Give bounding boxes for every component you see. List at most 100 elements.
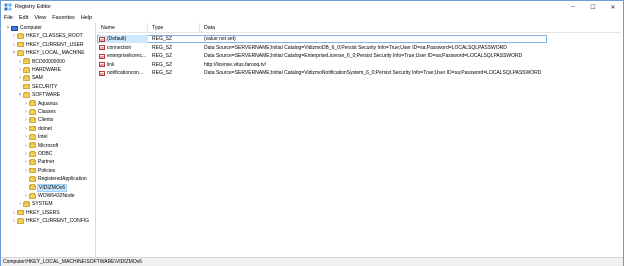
folder-icon (29, 184, 36, 191)
tree-item-label: SAM (32, 75, 43, 82)
tree-item-intel[interactable]: › Intel (23, 133, 47, 141)
menu-view[interactable]: View (34, 15, 46, 21)
tree-item-system[interactable]: › SYSTEM (17, 200, 53, 208)
menu-favorites[interactable]: Favorites (52, 15, 75, 21)
folder-icon (17, 33, 24, 39)
value-data: (value not set) (204, 36, 236, 42)
value-type: REG_SZ (152, 53, 173, 60)
column-header-type[interactable]: Type (148, 23, 200, 33)
string-value-icon: ab (99, 53, 105, 59)
tree-item-label: HKEY_CLASSES_ROOT (26, 33, 83, 40)
tree-item-label: HKEY_USERS (26, 209, 60, 216)
tree-item-hkey-current-user[interactable]: › HKEY_CURRENT_USER (11, 41, 84, 49)
tree-item-label: Aquarius (38, 100, 58, 107)
value-type: REG_SZ (152, 36, 173, 42)
value-name-cell: ab connection (99, 44, 148, 52)
values-list[interactable]: Name Type Data ab (Default) REG_SZ (value n… (97, 23, 621, 257)
folder-icon (17, 49, 24, 56)
value-row[interactable]: ab link REG_SZ http://license.vitus.farooq.… (97, 61, 621, 69)
computer-icon (11, 25, 18, 31)
string-value-icon: ab (99, 36, 105, 42)
list-header: Name Type Data (97, 23, 621, 33)
folder-icon (29, 192, 36, 199)
status-path: Computer\HKEY_LOCAL_MACHINE\SOFTWARE\VID… (3, 259, 143, 265)
folder-icon (17, 41, 24, 48)
folder-icon (23, 83, 30, 90)
value-type: REG_SZ (152, 61, 173, 68)
tree-item-clients[interactable]: › Clients (23, 116, 53, 124)
menu-edit[interactable]: Edit (19, 15, 28, 21)
status-bar: Computer\HKEY_LOCAL_MACHINE\SOFTWARE\VID… (1, 257, 623, 266)
close-button[interactable]: ✕ (603, 1, 623, 13)
value-row[interactable]: ab (Default) REG_SZ (value not set) (97, 35, 621, 43)
folder-icon (23, 201, 30, 207)
tree-item-hardware[interactable]: › HARDWARE (17, 66, 61, 74)
folder-icon (29, 142, 36, 149)
value-name: connection (107, 44, 132, 51)
value-type: REG_SZ (152, 70, 173, 77)
tree-item-wow6432node[interactable]: › WOW6432Node (23, 192, 74, 200)
menu-file[interactable]: File (4, 15, 13, 21)
value-row[interactable]: ab notificationcon... REG_SZ Data Source=SE… (97, 69, 621, 77)
tree-item-bcd00000000[interactable]: › BCD00000000 (17, 58, 65, 66)
folder-icon (29, 150, 36, 157)
tree-item-sam[interactable]: › SAM (17, 74, 43, 82)
tree-item-label: SYSTEM (32, 201, 53, 208)
tree-item-label: WOW6432Node (38, 193, 75, 199)
tree-item-label: HKEY_LOCAL_MACHINE (26, 50, 85, 57)
maximize-button[interactable]: ☐ (583, 1, 603, 13)
tree-item-label: HARDWARE (32, 67, 61, 73)
tree-item-aquarius[interactable]: › Aquarius (23, 100, 58, 108)
folder-icon (29, 167, 36, 174)
tree-item-label: RegisteredApplication (38, 176, 87, 183)
tree-item-hkey-users[interactable]: › HKEY_USERS (11, 209, 60, 217)
folder-icon (29, 125, 36, 132)
value-name: (Default) (107, 36, 127, 42)
tree-item-policies[interactable]: › Policies (23, 167, 55, 175)
tree-item-hkey-current-config[interactable]: › HKEY_CURRENT_CONFIG (11, 217, 89, 225)
value-name: notificationcon... (107, 70, 144, 77)
folder-icon (23, 91, 30, 98)
registry-tree[interactable]: ˅ Computer › HKEY_CLASSES_ROOT › HKEY_CURRENT… (3, 23, 96, 257)
value-data: Data Source=SERVERNAME;Initial Catalog=V… (204, 44, 507, 51)
menu-bar: File Edit View Favorites Help (1, 13, 623, 23)
tree-item-microsoft[interactable]: › Microsoft (23, 142, 58, 150)
minimize-button[interactable]: – (563, 1, 583, 13)
tree-item-registeredapplication[interactable]: RegisteredApplication (23, 175, 87, 183)
value-row[interactable]: ab enterpriselicenc... REG_SZ Data Source=S… (97, 52, 621, 60)
value-name-cell: ab link (99, 61, 148, 69)
folder-icon (29, 117, 36, 123)
tree-item-label: SECURITY (32, 83, 58, 90)
tree-item-label: VIDIZMOv6 (36, 183, 68, 192)
tree-item-classes[interactable]: › Classes (23, 108, 56, 116)
value-data: http://license.vitus.farooq.tv/ (204, 61, 266, 68)
value-row[interactable]: ab connection REG_SZ Data Source=SERVERNAME… (97, 44, 621, 52)
tree-item-software[interactable]: ˅ SOFTWARE (17, 91, 60, 99)
tree-item-label: Clients (38, 117, 54, 124)
column-header-data[interactable]: Data (200, 23, 621, 33)
menu-help[interactable]: Help (81, 15, 92, 21)
tree-item-vidizmov6[interactable]: VIDIZMOv6 (23, 183, 68, 192)
window-title: Registry Editor (15, 4, 52, 10)
tree-item-label: ODBC (38, 151, 53, 157)
tree-item-computer[interactable]: ˅ Computer (5, 24, 42, 32)
value-type: REG_SZ (152, 44, 173, 51)
folder-icon (23, 58, 30, 65)
tree-item-label: HKEY_CURRENT_CONFIG (26, 218, 90, 225)
folder-icon (29, 133, 36, 140)
tree-item-security[interactable]: SECURITY (17, 83, 57, 91)
value-name-cell: ab notificationcon... (99, 69, 148, 77)
tree-item-hkey-local-machine[interactable]: ˅ HKEY_LOCAL_MACHINE (11, 49, 85, 57)
tree-item-hkey-classes-root[interactable]: › HKEY_CLASSES_ROOT (11, 32, 83, 40)
tree-item-label: HKEY_CURRENT_USER (26, 41, 84, 48)
folder-icon (29, 159, 36, 165)
string-value-icon: ab (99, 62, 105, 68)
column-header-name[interactable]: Name (97, 23, 148, 33)
value-name: link (107, 61, 115, 68)
tree-item-label: Classes (38, 109, 56, 115)
value-data: Data Source=SERVERNAME;Initial Catalog=V… (204, 70, 542, 77)
tree-item-partner[interactable]: › Partner (23, 158, 54, 166)
tree-item-dotnet[interactable]: › dotnet (23, 125, 52, 133)
folder-icon (29, 100, 36, 107)
tree-item-odbc[interactable]: › ODBC (23, 150, 52, 158)
